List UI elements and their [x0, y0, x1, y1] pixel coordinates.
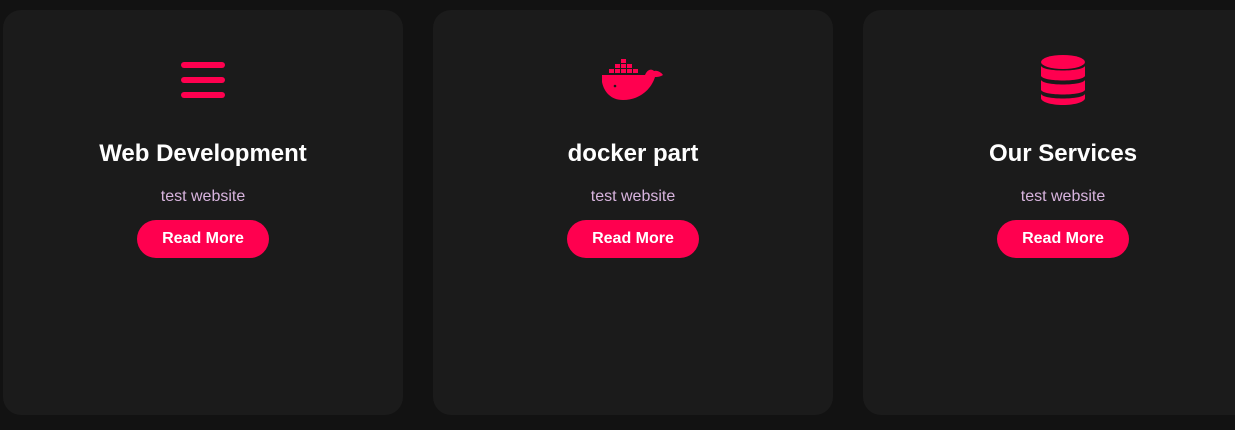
card-title: Our Services	[988, 140, 1138, 167]
card-description: test website	[1020, 188, 1106, 205]
read-more-button[interactable]: Read More	[137, 220, 269, 258]
read-more-button[interactable]: Read More	[997, 220, 1129, 258]
docker-icon	[433, 55, 833, 105]
card-description: test website	[160, 188, 246, 205]
card-title: Web Development	[99, 140, 307, 167]
service-card-docker-part: docker part test website Read More	[433, 10, 833, 415]
service-card-our-services: Our Services test website Read More	[863, 10, 1235, 415]
read-more-button[interactable]: Read More	[567, 220, 699, 258]
card-title: docker part	[567, 140, 699, 167]
card-description: test website	[590, 188, 676, 205]
bars-icon	[3, 55, 403, 105]
service-card-web-development: Web Development test website Read More	[3, 10, 403, 415]
services-section: Web Development test website Read More d…	[0, 0, 1235, 430]
database-icon	[863, 55, 1235, 105]
